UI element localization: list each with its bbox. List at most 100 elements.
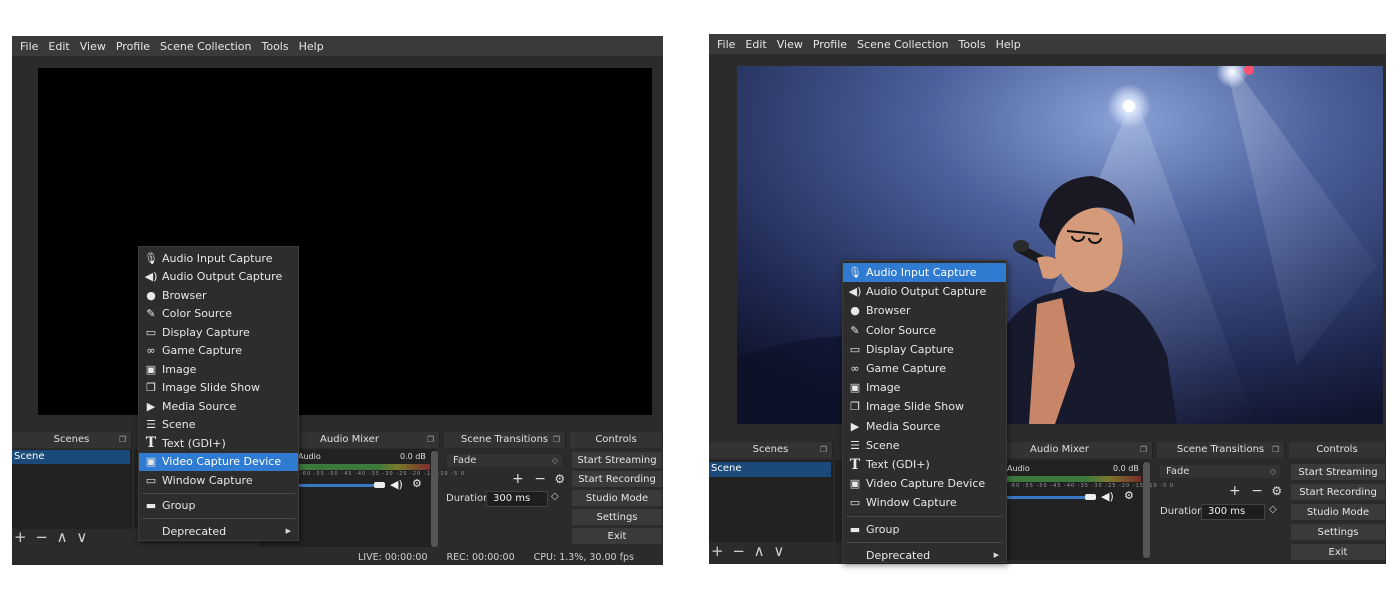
context-menu-item[interactable]: T Text (GDI+) (139, 434, 298, 453)
context-menu-item[interactable]: ◀) Audio Output Capture (843, 282, 1006, 301)
menu-tools[interactable]: Tools (954, 38, 991, 51)
menu-view[interactable]: View (772, 38, 808, 51)
context-menu-item[interactable]: ▭ Window Capture (139, 471, 298, 490)
context-menu-item-label: Color Source (866, 323, 936, 337)
context-menu-item[interactable]: ✎ Color Source (843, 321, 1006, 340)
duration-spinner[interactable]: ◇ (1269, 504, 1277, 515)
settings-button[interactable]: Settings (572, 509, 662, 526)
dock-float-icon[interactable]: ❐ (1272, 442, 1279, 458)
volume-slider-knob[interactable] (374, 482, 385, 488)
context-menu-item-label: Image Slide Show (866, 400, 964, 414)
gear-icon[interactable]: ⚙ (1271, 484, 1282, 498)
context-menu-item[interactable]: ▣ Image (139, 360, 298, 379)
duration-spinner[interactable]: ◇ (551, 491, 559, 502)
add-transition-button[interactable]: + (1229, 483, 1241, 499)
context-menu-item-deprecated[interactable]: Deprecated ▶ (139, 522, 298, 541)
context-menu-item[interactable]: ▣ Image (843, 378, 1006, 397)
scene-list-item[interactable]: Scene (709, 462, 831, 477)
speaker-icon[interactable]: ◀) (390, 478, 403, 491)
transition-select[interactable]: Fade ◇ (1159, 464, 1281, 479)
brush-icon: ✎ (850, 323, 860, 337)
duration-input[interactable]: 300 ms (486, 491, 548, 507)
menu-tools[interactable]: Tools (257, 40, 294, 53)
context-menu-item[interactable]: ▭ Display Capture (843, 340, 1006, 359)
context-menu-item[interactable]: ❐ Image Slide Show (843, 397, 1006, 416)
start-recording-button[interactable]: Start Recording (1291, 484, 1385, 501)
context-menu-item[interactable]: ✎ Color Source (139, 305, 298, 324)
mixer-scrollbar[interactable] (1143, 462, 1150, 558)
context-menu-item[interactable]: T Text (GDI+) (843, 455, 1006, 474)
context-menu-item[interactable]: ▣ Video Capture Device (843, 474, 1006, 493)
context-menu-item[interactable]: ▭ Window Capture (843, 493, 1006, 512)
context-menu-item[interactable]: ∞ Game Capture (843, 359, 1006, 378)
context-menu-item[interactable]: 🎙 Audio Input Capture (843, 263, 1006, 283)
context-menu-item[interactable]: 🎙 Audio Input Capture (139, 249, 298, 268)
start-streaming-button[interactable]: Start Streaming (572, 452, 662, 469)
context-menu-item-label: Video Capture Device (162, 455, 282, 469)
context-menu-item[interactable]: ● Browser (843, 301, 1006, 320)
controls-dock-header: Controls (1289, 442, 1386, 458)
menu-file[interactable]: File (15, 40, 43, 53)
context-menu-item[interactable]: ☰ Scene (843, 436, 1006, 455)
context-menu-item[interactable]: ◀) Audio Output Capture (139, 268, 298, 287)
context-menu-item-group[interactable]: ▬ Group (139, 497, 298, 516)
speaker-icon: ◀) (144, 270, 158, 284)
settings-button[interactable]: Settings (1291, 524, 1385, 541)
context-menu-item[interactable]: ● Browser (139, 286, 298, 305)
gear-icon[interactable]: ⚙ (554, 472, 565, 486)
menu-help[interactable]: Help (294, 40, 329, 53)
exit-button[interactable]: Exit (572, 528, 662, 545)
studio-mode-button[interactable]: Studio Mode (1291, 504, 1385, 521)
remove-transition-button[interactable]: − (1251, 483, 1263, 499)
start-streaming-button[interactable]: Start Streaming (1291, 464, 1385, 481)
menu-edit[interactable]: Edit (43, 40, 74, 53)
volume-slider[interactable] (298, 484, 380, 487)
context-menu-item[interactable]: ∞ Game Capture (139, 342, 298, 361)
studio-mode-button[interactable]: Studio Mode (572, 490, 662, 507)
context-menu-item[interactable]: ☰ Scene (139, 416, 298, 435)
start-recording-button[interactable]: Start Recording (572, 471, 662, 488)
gear-icon[interactable]: ⚙ (1124, 489, 1134, 502)
menu-profile[interactable]: Profile (111, 40, 155, 53)
transition-select[interactable]: Fade ◇ (446, 453, 563, 468)
preview-singer-image (737, 66, 1383, 424)
context-menu-item[interactable]: ▶ Media Source (139, 397, 298, 416)
context-menu-item[interactable]: ❐ Image Slide Show (139, 379, 298, 398)
scene-buttons[interactable]: + − ∧ ∨ (14, 528, 89, 546)
menu-file[interactable]: File (712, 38, 740, 51)
scene-list-item[interactable]: Scene (12, 450, 130, 464)
add-transition-button[interactable]: + (512, 471, 524, 487)
context-menu-item-deprecated[interactable]: Deprecated ▶ (843, 546, 1006, 565)
duration-input[interactable]: 300 ms (1201, 504, 1265, 520)
menu-edit[interactable]: Edit (740, 38, 771, 51)
remove-transition-button[interactable]: − (534, 471, 546, 487)
context-menu-item-label: Image (162, 362, 197, 376)
context-menu-item-label: Text (GDI+) (866, 458, 930, 472)
dock-float-icon[interactable]: ❐ (427, 432, 434, 448)
dock-float-icon[interactable]: ❐ (553, 432, 560, 448)
mixer-scrollbar[interactable] (431, 451, 438, 547)
context-menu-item[interactable]: ▶ Media Source (843, 417, 1006, 436)
dock-float-icon[interactable]: ❐ (820, 442, 827, 458)
dock-float-icon[interactable]: ❐ (1140, 442, 1147, 458)
context-menu-item-group[interactable]: ▬ Group (843, 520, 1006, 539)
menu-help[interactable]: Help (991, 38, 1026, 51)
gear-icon[interactable]: ⚙ (412, 477, 422, 490)
submenu-arrow-icon: ▶ (993, 551, 999, 560)
context-menu-item-label: Display Capture (162, 325, 250, 339)
menu-view[interactable]: View (75, 40, 111, 53)
context-menu-item[interactable]: ▭ Display Capture (139, 323, 298, 342)
menu-scene-collection[interactable]: Scene Collection (155, 40, 256, 53)
dock-float-icon[interactable]: ❐ (119, 432, 126, 448)
exit-button[interactable]: Exit (1291, 544, 1385, 561)
menu-profile[interactable]: Profile (808, 38, 852, 51)
preview-canvas[interactable] (737, 66, 1383, 424)
menu-scene-collection[interactable]: Scene Collection (852, 38, 953, 51)
context-menu-item[interactable]: ▣ Video Capture Device (139, 452, 298, 471)
obs-window-right: File Edit View Profile Scene Collection … (709, 34, 1386, 564)
volume-slider[interactable] (1007, 496, 1091, 499)
scene-buttons[interactable]: + − ∧ ∨ (711, 542, 786, 560)
volume-slider-knob[interactable] (1085, 494, 1096, 500)
preview-canvas[interactable] (38, 68, 652, 415)
speaker-icon[interactable]: ◀) (1101, 490, 1114, 503)
